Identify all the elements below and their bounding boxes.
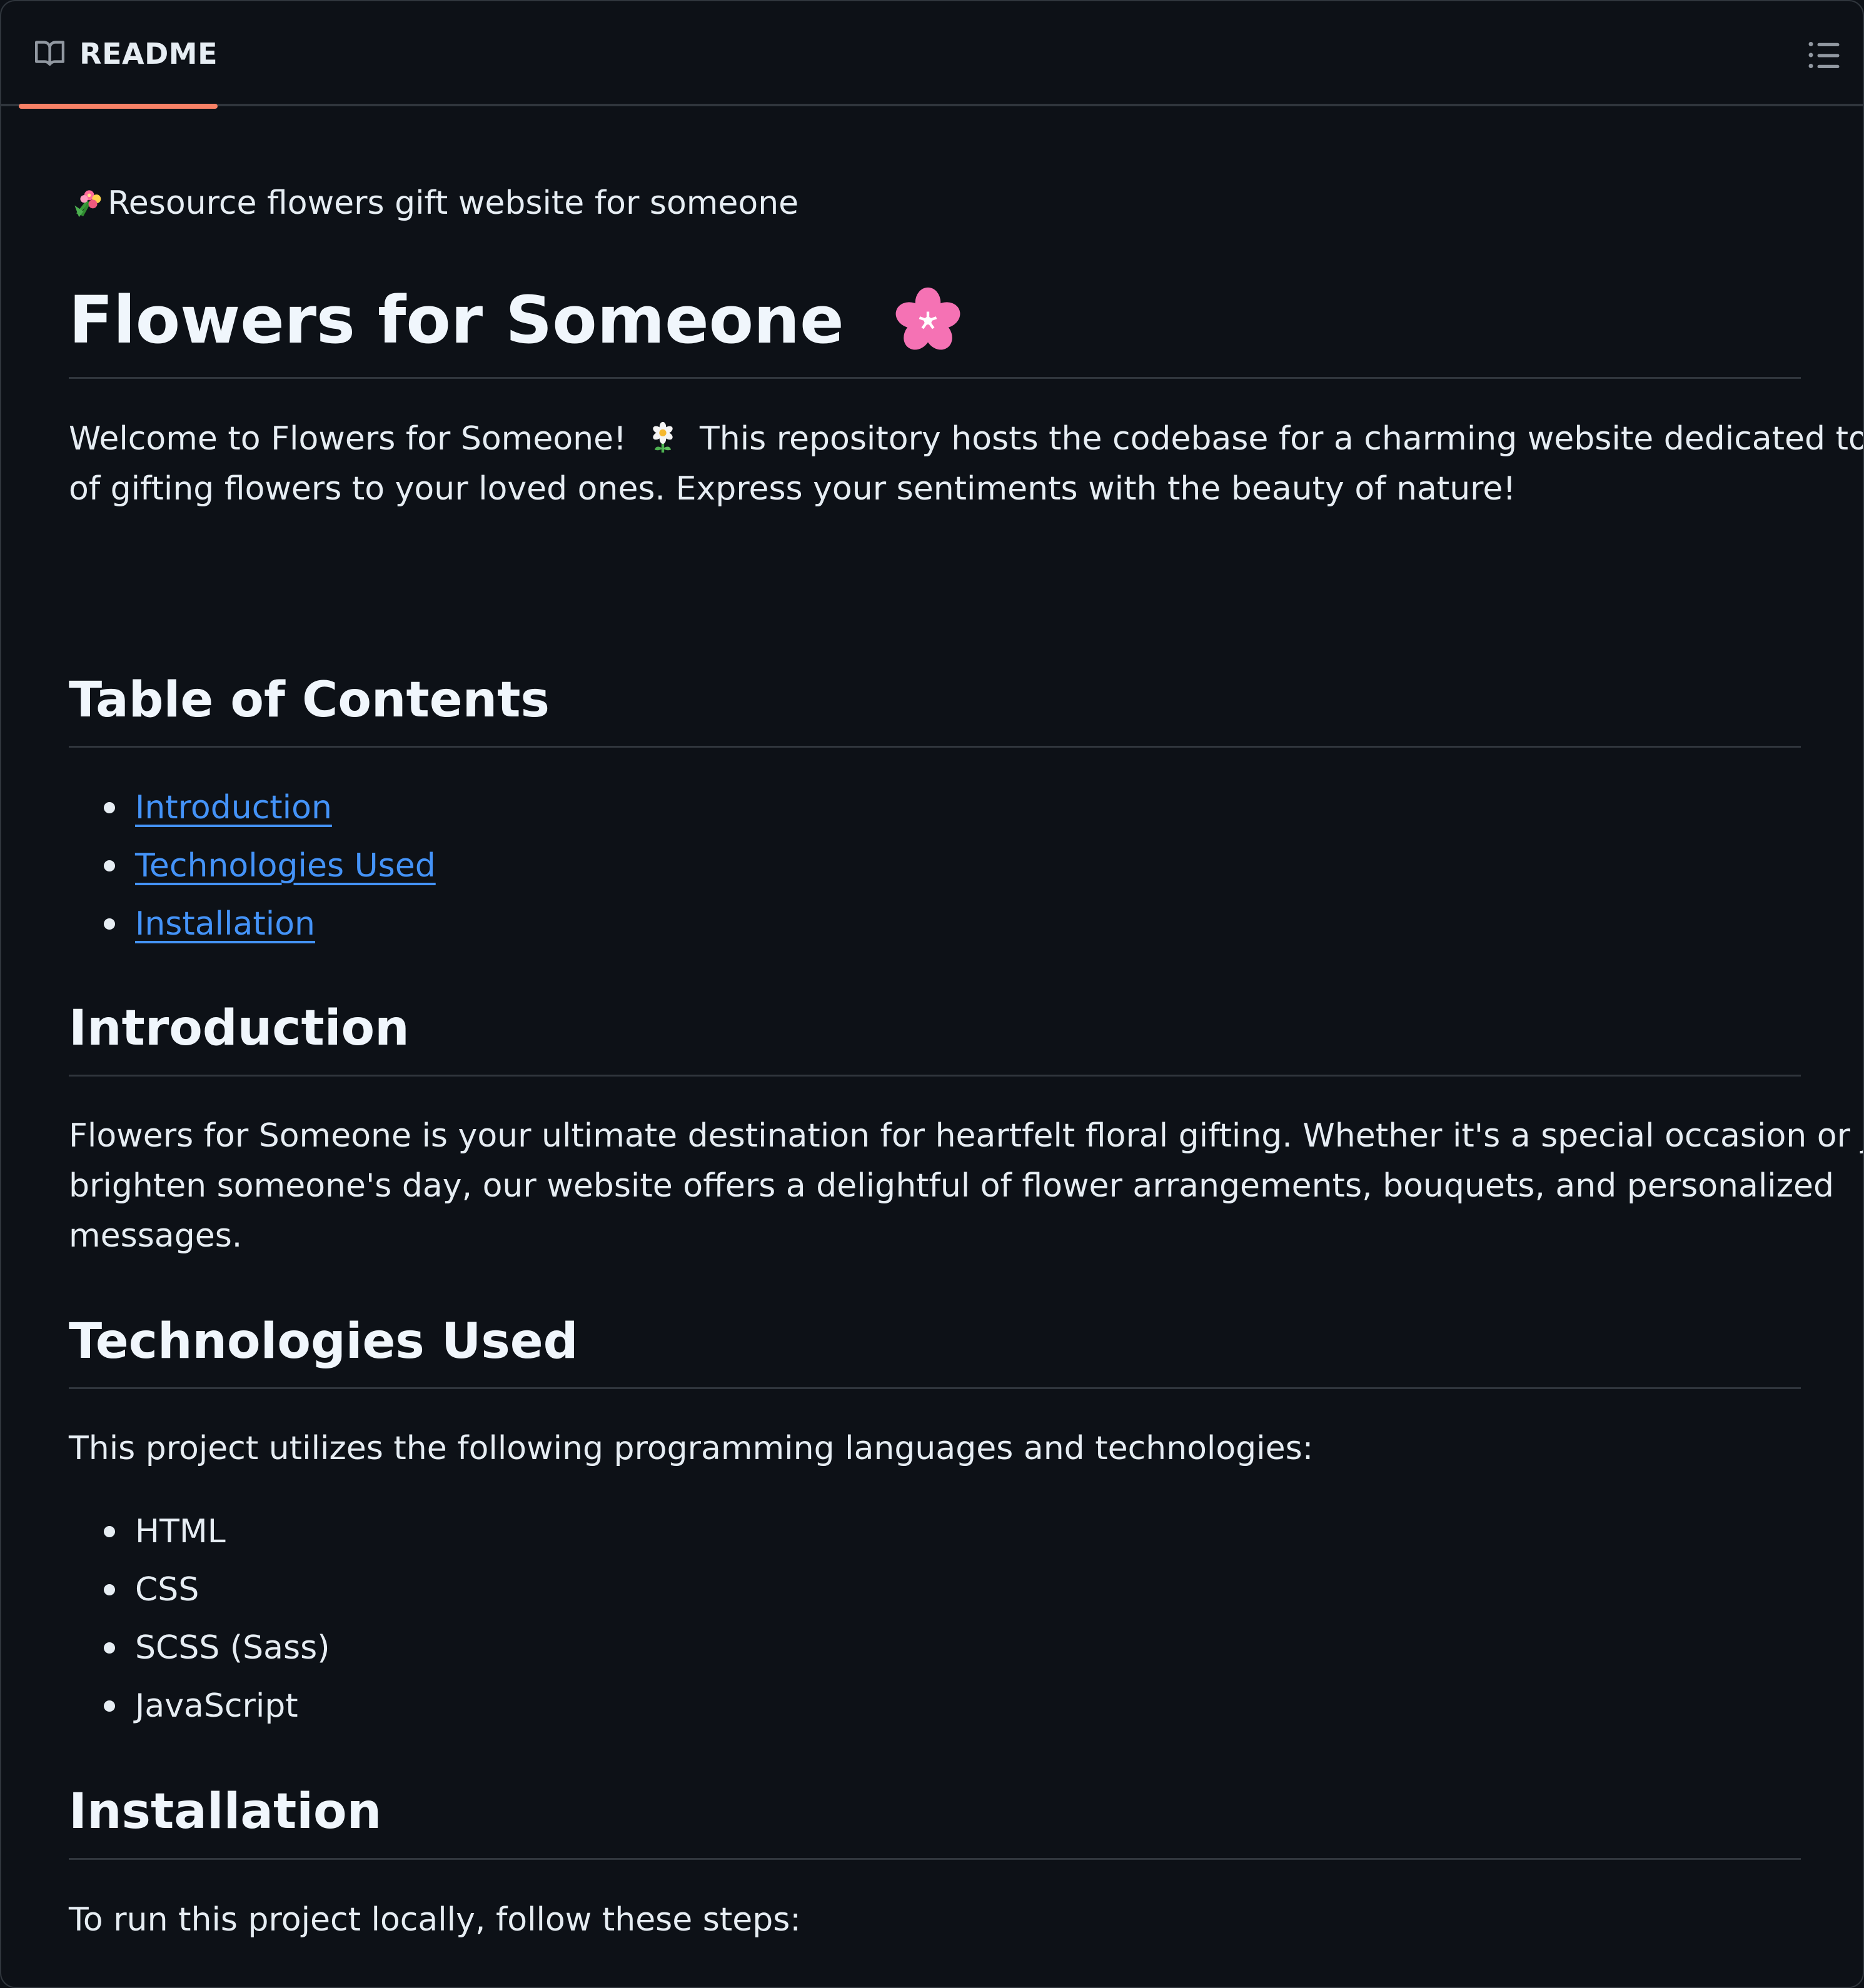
page-title: Flowers for Someone [69, 279, 964, 361]
installation-step-1: Clone this repository to your local mach… [135, 1978, 845, 1987]
repo-tagline-text: Resource flowers gift website for someon… [108, 184, 799, 222]
cherry-blossom-icon [895, 287, 960, 350]
technologies-intro: This project utilizes the following prog… [69, 1430, 1314, 1467]
list-bullet [104, 1700, 115, 1712]
repo-tagline: Resource flowers gift website for someon… [69, 178, 798, 228]
book-icon [35, 41, 65, 66]
list-bullet [104, 802, 115, 813]
daisy-icon [653, 421, 673, 453]
tab-readme[interactable]: README [19, 1, 218, 109]
introduction-heading: Introduction [69, 1000, 410, 1057]
list-bullet [104, 1642, 115, 1654]
active-tab-indicator [19, 104, 218, 109]
introduction-line: Flowers for Someone is your ultimate des… [69, 1117, 1864, 1155]
bouquet-icon [74, 190, 101, 218]
introduction-divider [69, 1075, 1801, 1077]
tech-item-html: HTML [135, 1513, 226, 1550]
installation-intro: To run this project locally, follow thes… [69, 1901, 801, 1939]
intro-text-2: This repository hosts the codebase for a… [699, 420, 1864, 458]
toc-item: Introduction [135, 783, 332, 833]
installation-step-number: 1. [101, 1978, 133, 1987]
toc-heading: Table of Contents [69, 672, 550, 728]
list-unordered-icon[interactable] [1806, 38, 1841, 73]
toc-link-installation[interactable]: Installation [135, 905, 315, 943]
introduction-line: brighten someone's day, our website offe… [69, 1167, 1835, 1205]
list-bullet [104, 860, 115, 871]
tech-item-scss: SCSS (Sass) [135, 1629, 330, 1667]
toc-link-technologies-used[interactable]: Technologies Used [135, 847, 436, 885]
introduction-line: messages. [69, 1217, 243, 1255]
toc-item: Installation [135, 899, 315, 949]
readme-tab-bar: README [1, 1, 1863, 109]
intro-line-1: Welcome to Flowers for Someone! This rep… [69, 414, 1864, 464]
readme-panel: README Resource flowers gift website for… [0, 0, 1864, 1988]
tech-item-css: CSS [135, 1571, 199, 1609]
list-bullet [104, 918, 115, 930]
title-divider [69, 377, 1801, 379]
toc-link-introduction[interactable]: Introduction [135, 789, 332, 826]
toc-divider [69, 746, 1801, 748]
technologies-divider [69, 1387, 1801, 1389]
intro-line-2: of gifting flowers to your loved ones. E… [69, 470, 1516, 508]
list-bullet [104, 1584, 115, 1595]
tech-item-javascript: JavaScript [135, 1687, 298, 1725]
tab-readme-label: README [79, 37, 218, 71]
list-bullet [104, 1526, 115, 1537]
page-title-text: Flowers for Someone [69, 282, 844, 358]
installation-divider [69, 1858, 1801, 1860]
intro-text-1: Welcome to Flowers for Someone! [69, 420, 627, 458]
toc-item: Technologies Used [135, 841, 436, 891]
installation-heading: Installation [69, 1784, 382, 1840]
technologies-heading: Technologies Used [69, 1313, 578, 1370]
